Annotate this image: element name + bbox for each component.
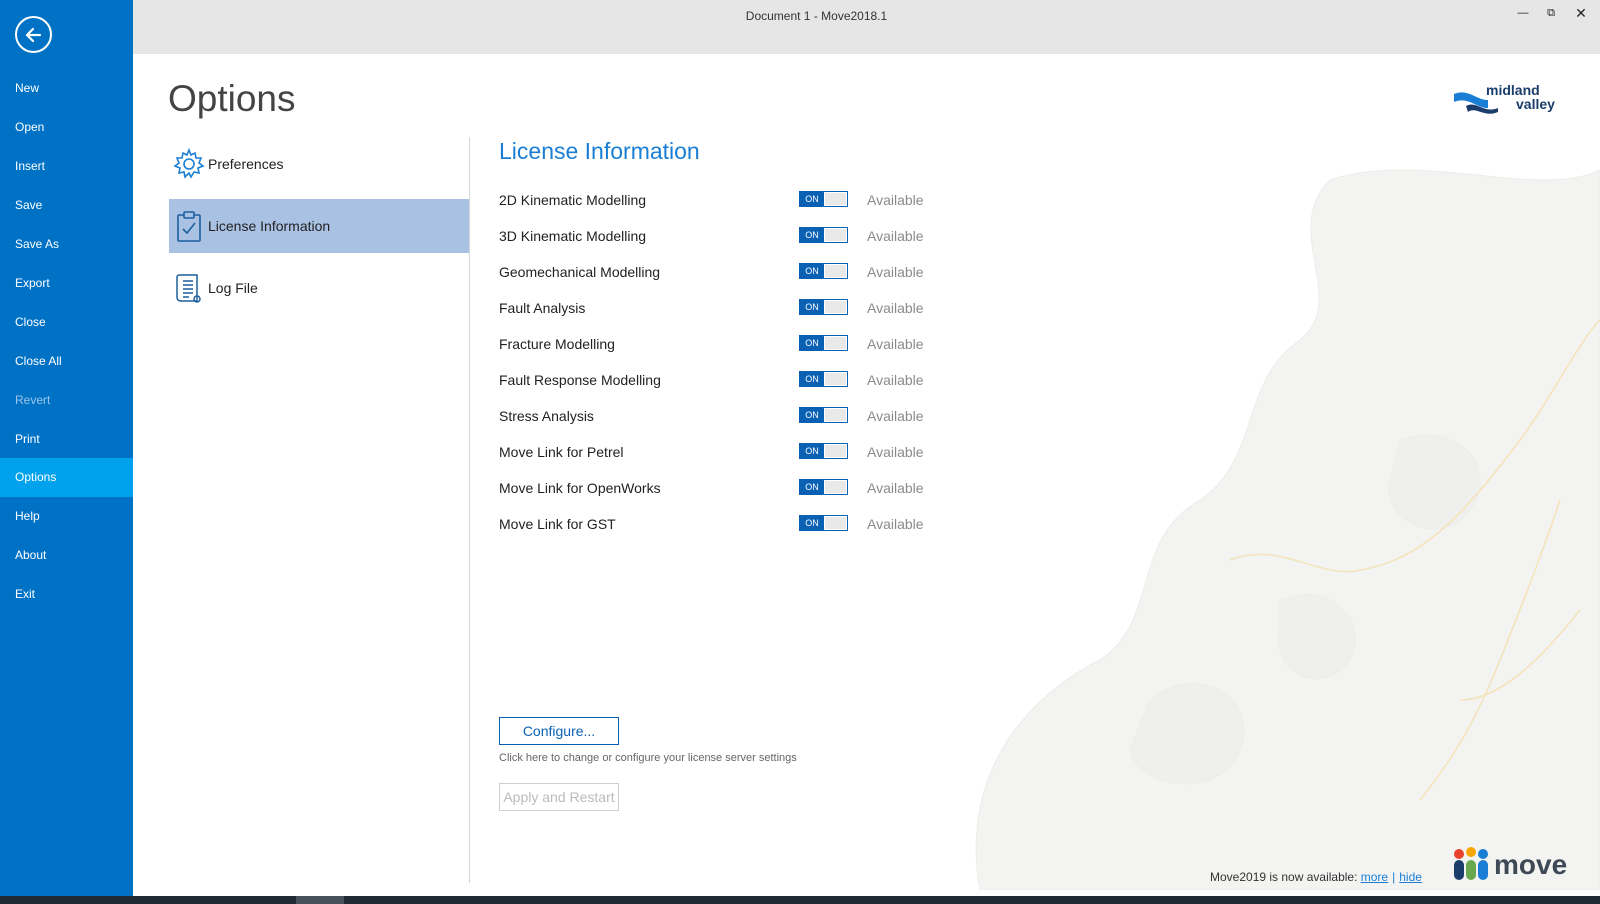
nav-item-options[interactable]: Options (0, 458, 133, 497)
toggle-state: ON (800, 336, 824, 350)
feature-toggle[interactable]: ON (799, 299, 848, 315)
license-row: 3D Kinematic Modelling ON Available (499, 226, 939, 248)
midland-valley-logo: midland valley (1454, 82, 1594, 122)
feature-toggle[interactable]: ON (799, 407, 848, 423)
feature-status: Available (867, 480, 924, 496)
license-row: Fracture Modelling ON Available (499, 334, 939, 356)
license-row: Geomechanical Modelling ON Available (499, 262, 939, 284)
hide-link[interactable]: hide (1399, 870, 1422, 884)
feature-toggle[interactable]: ON (799, 335, 848, 351)
feature-toggle[interactable]: ON (799, 191, 848, 207)
nav-item-open[interactable]: Open (0, 108, 133, 146)
toggle-state: ON (800, 264, 824, 278)
license-row: Fault Analysis ON Available (499, 298, 939, 320)
feature-status: Available (867, 300, 924, 316)
sidebar-item-preferences[interactable]: Preferences (169, 137, 469, 191)
brand-line2: valley (1516, 96, 1555, 112)
window-title: Document 1 - Move2018.1 (745, 9, 888, 23)
license-row: 2D Kinematic Modelling ON Available (499, 190, 939, 212)
backstage-nav: New Open Insert Save Save As Export Clos… (0, 0, 133, 896)
nav-item-export[interactable]: Export (0, 264, 133, 302)
move-logo: move (1452, 846, 1572, 886)
feature-name: Geomechanical Modelling (499, 264, 661, 280)
feature-name: 3D Kinematic Modelling (499, 228, 647, 244)
toggle-state: ON (800, 372, 824, 386)
sidebar-item-label: License Information (208, 218, 331, 234)
toggle-state: ON (800, 516, 824, 530)
page-title: Options (168, 78, 296, 119)
feature-name: Fault Response Modelling (499, 372, 661, 388)
nav-item-insert[interactable]: Insert (0, 147, 133, 185)
feature-name: Move Link for Petrel (499, 444, 624, 460)
feature-status: Available (867, 336, 924, 352)
nav-item-exit[interactable]: Exit (0, 575, 133, 613)
notice-separator: | (1392, 870, 1396, 884)
toggle-state: ON (800, 480, 824, 494)
feature-name: 2D Kinematic Modelling (499, 192, 647, 208)
nav-item-close[interactable]: Close (0, 303, 133, 341)
section-title: License Information (499, 138, 700, 164)
license-row: Stress Analysis ON Available (499, 406, 939, 428)
toggle-state: ON (800, 192, 824, 206)
restore-icon[interactable]: ⧉ (1539, 4, 1563, 22)
back-arrow-icon[interactable] (15, 16, 52, 53)
more-link[interactable]: more (1361, 870, 1388, 884)
feature-status: Available (867, 228, 924, 244)
product-name: move (1494, 849, 1568, 880)
taskbar-item[interactable] (296, 896, 344, 904)
feature-toggle[interactable]: ON (799, 263, 848, 279)
feature-toggle[interactable]: ON (799, 227, 848, 243)
feature-status: Available (867, 372, 924, 388)
configure-hint: Click here to change or configure your l… (499, 752, 797, 764)
feature-status: Available (867, 444, 924, 460)
feature-name: Move Link for OpenWorks (499, 480, 661, 496)
update-notice-text: Move2019 is now available: (1210, 870, 1358, 884)
title-bar: Document 1 - Move2018.1 — ⧉ ✕ (133, 0, 1600, 54)
update-notice: Move2019 is now available: more | hide (1210, 870, 1422, 884)
feature-name: Fault Analysis (499, 300, 586, 316)
feature-status: Available (867, 192, 924, 208)
panel-divider (469, 137, 470, 883)
sidebar-item-label: Preferences (208, 156, 284, 172)
feature-toggle[interactable]: ON (799, 371, 848, 387)
feature-name: Fracture Modelling (499, 336, 615, 352)
license-row: Move Link for OpenWorks ON Available (499, 478, 939, 500)
feature-status: Available (867, 264, 924, 280)
move-logo-mark-icon (1454, 847, 1488, 880)
nav-item-save-as[interactable]: Save As (0, 225, 133, 263)
nav-item-print[interactable]: Print (0, 420, 133, 458)
feature-toggle[interactable]: ON (799, 479, 848, 495)
nav-item-close-all[interactable]: Close All (0, 342, 133, 380)
feature-toggle[interactable]: ON (799, 515, 848, 531)
minimize-icon[interactable]: — (1511, 4, 1535, 22)
nav-item-help[interactable]: Help (0, 497, 133, 535)
feature-name: Move Link for GST (499, 516, 616, 532)
apply-and-restart-button: Apply and Restart (499, 783, 619, 811)
license-row: Move Link for GST ON Available (499, 514, 939, 536)
toggle-state: ON (800, 408, 824, 422)
clipboard-check-icon (177, 211, 201, 242)
feature-status: Available (867, 516, 924, 532)
sidebar-item-log-file[interactable]: Log File (169, 261, 469, 315)
nav-item-about[interactable]: About (0, 536, 133, 574)
taskbar (0, 896, 1600, 904)
nav-item-new[interactable]: New (0, 69, 133, 107)
feature-name: Stress Analysis (499, 408, 594, 424)
background-map-graphic (975, 169, 1600, 890)
nav-item-revert: Revert (15, 393, 51, 407)
toggle-state: ON (800, 444, 824, 458)
document-list-icon (176, 274, 201, 303)
license-row: Move Link for Petrel ON Available (499, 442, 939, 464)
sidebar-item-label: Log File (208, 280, 258, 296)
configure-button[interactable]: Configure... (499, 717, 619, 745)
toggle-state: ON (800, 228, 824, 242)
nav-item-save[interactable]: Save (0, 186, 133, 224)
feature-toggle[interactable]: ON (799, 443, 848, 459)
toggle-state: ON (800, 300, 824, 314)
license-row: Fault Response Modelling ON Available (499, 370, 939, 392)
close-icon[interactable]: ✕ (1569, 4, 1593, 22)
gear-icon (173, 148, 205, 179)
sidebar-item-license-information[interactable]: License Information (169, 199, 469, 253)
feature-status: Available (867, 408, 924, 424)
